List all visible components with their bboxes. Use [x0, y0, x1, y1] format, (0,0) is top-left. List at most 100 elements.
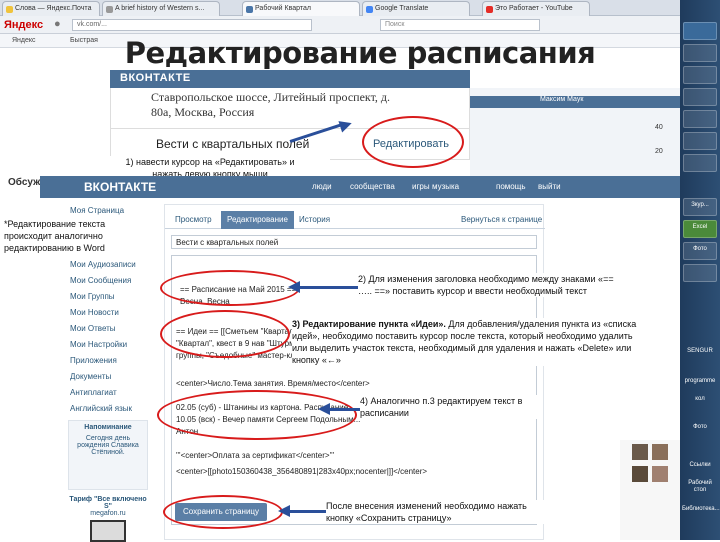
url-input[interactable]: vk.com/...	[72, 19, 312, 31]
taskbar-label: Фото	[693, 246, 707, 252]
tab-label: Google Translate	[375, 5, 429, 12]
menu-item[interactable]: люди	[312, 182, 332, 191]
highlight-ellipse	[157, 390, 357, 440]
vk-right-panel: Максим Маук 40 20	[470, 88, 680, 188]
highlight-ellipse	[362, 116, 464, 168]
sidebar-item[interactable]: Мои Сообщения	[70, 276, 131, 285]
avatar[interactable]	[652, 466, 668, 482]
avatar[interactable]	[652, 444, 668, 460]
sidebar-item[interactable]: Мои Ответы	[70, 324, 116, 333]
menu-item[interactable]: сообщества	[350, 182, 395, 191]
sidebar-item[interactable]: Антиплагиат	[70, 388, 117, 397]
menu-item[interactable]: игры	[412, 182, 430, 191]
taskbar-button[interactable]	[683, 66, 717, 84]
highlight-ellipse	[163, 495, 283, 529]
note-text: »	[335, 355, 341, 365]
menu-item[interactable]: помощь	[496, 182, 525, 191]
back-link[interactable]: Вернуться к странице	[461, 215, 542, 224]
taskbar-button[interactable]	[683, 132, 717, 150]
note-step-4: 4) Аналогично п.3 редактируем текст в ра…	[360, 395, 540, 419]
google-translate-icon	[366, 6, 373, 13]
counter: 20	[655, 148, 663, 155]
browser-tab-bar: Слова — Яндекс.Почта A brief history of …	[0, 0, 680, 16]
user-name[interactable]: Максим Маук	[540, 96, 583, 103]
group-name: Вести с квартальных полей	[156, 137, 310, 151]
tab-view[interactable]: Просмотр	[175, 215, 212, 224]
ad-block[interactable]: Тариф "Все включено S" megafon.ru	[68, 496, 148, 542]
sidebar-item[interactable]: Мои Новости	[70, 308, 119, 317]
taskbar-button[interactable]	[683, 22, 717, 40]
editor-line: <center>[[photo150360438_356480891|283x4…	[176, 467, 428, 476]
browser-tab[interactable]: Google Translate	[362, 1, 470, 16]
menu-item[interactable]: выйти	[538, 182, 561, 191]
sidebar-item[interactable]: Моя Страница	[70, 206, 124, 215]
taskbar-label: кол	[695, 396, 705, 402]
wiki-editor: Просмотр Редактирование История Вернутьс…	[164, 204, 545, 540]
browser-tab[interactable]: Слова — Яндекс.Почта	[2, 1, 100, 16]
tab-label: Слова — Яндекс.Почта	[15, 5, 92, 12]
sidebar-item[interactable]: Английский язык	[70, 404, 132, 413]
editor-line: '''<center>Оплата за сертификат</center>…	[176, 451, 335, 460]
note-step-2: 2) Для изменения заголовка необходимо ме…	[358, 273, 628, 297]
page-title-input[interactable]: Вести с квартальных полей	[171, 235, 537, 249]
sidebar-item[interactable]: Приложения	[70, 356, 117, 365]
taskbar-label: Рабочий стол	[688, 480, 712, 493]
counter: 40	[655, 124, 663, 131]
editor-tabs: Просмотр Редактирование История Вернутьс…	[165, 211, 545, 229]
vk-logo[interactable]: ВКОНТАКТЕ	[120, 72, 191, 84]
tab-history[interactable]: История	[299, 215, 330, 224]
windows-taskbar	[680, 0, 720, 540]
vk-header: ВКОНТАКТЕ	[110, 70, 470, 88]
taskbar-button[interactable]	[683, 44, 717, 62]
taskbar-label: Ссылки	[689, 462, 711, 468]
ad-subtitle: megafon.ru	[90, 510, 126, 517]
taskbar-label: programme	[684, 378, 716, 384]
address-line: 80а, Москва, Россия	[151, 105, 255, 119]
arrow-head-icon	[318, 403, 330, 415]
tab-label: Это Работает - YouTube	[495, 5, 573, 12]
reminder-text[interactable]: Сегодня день рождения Славика Стёпиной.	[72, 435, 144, 456]
taskbar-button[interactable]	[683, 110, 717, 128]
tab-label: A brief history of Western s...	[115, 5, 205, 12]
browser-tab[interactable]: Это Работает - YouTube	[482, 1, 590, 16]
taskbar-button[interactable]	[683, 88, 717, 106]
yandex-logo: Яндекс	[4, 19, 44, 31]
sidebar-item[interactable]: Мои Аудиозаписи	[70, 260, 136, 269]
note-bold: 3) Редактирование пункта «Идеи».	[292, 319, 446, 329]
reminder-title: Напоминание	[84, 424, 132, 431]
taskbar-label: Excel	[692, 224, 708, 230]
vk-logo[interactable]: ВКОНТАКТЕ	[84, 180, 156, 194]
ad-title: Тариф "Все включено S"	[69, 496, 147, 510]
note-word: *Редактирование текста происходит аналог…	[4, 218, 154, 254]
sidebar-item[interactable]: Документы	[70, 372, 111, 381]
search-input[interactable]: Поиск	[380, 19, 540, 31]
birthday-reminder: Напоминание Сегодня день рождения Славик…	[68, 420, 148, 490]
sidebar-item[interactable]: Мои Настройки	[70, 340, 127, 349]
sidebar-item[interactable]: Мои Группы	[70, 292, 115, 301]
friends-online	[620, 440, 680, 540]
highlight-ellipse	[160, 270, 300, 306]
ad-image	[90, 520, 126, 542]
editor-line: <center>Число.Тема занятия. Время/место<…	[176, 379, 370, 388]
taskbar-label: SENGUR	[687, 348, 713, 354]
annotation-arrow	[330, 408, 360, 411]
note-step-3: 3) Редактирование пункта «Идеи». Для доб…	[292, 318, 642, 366]
avatar[interactable]	[632, 466, 648, 482]
page-icon	[106, 6, 113, 13]
taskbar-button[interactable]	[683, 264, 717, 282]
slide-title: Редактирование расписания	[124, 36, 596, 70]
taskbar-label: Зкур...	[691, 202, 709, 208]
browser-tab-active[interactable]: Рабочий Квартал	[242, 1, 360, 16]
arrow-head-icon	[288, 281, 300, 293]
browser-tab[interactable]: A brief history of Western s...	[102, 1, 220, 16]
tab-edit[interactable]: Редактирование	[221, 211, 294, 229]
annotation-arrow	[300, 286, 358, 289]
menu-item[interactable]: музыка	[432, 182, 459, 191]
avatar[interactable]	[632, 444, 648, 460]
address-line: Ставропольское шоссе, Литейный проспект,…	[151, 90, 391, 104]
annotation-arrow	[290, 510, 326, 513]
taskbar-button[interactable]	[683, 154, 717, 172]
backspace-arrow-icon: ←	[326, 355, 336, 365]
arrow-head-icon	[278, 505, 290, 517]
note-step-5: После внесения изменений необходимо нажа…	[326, 500, 556, 524]
